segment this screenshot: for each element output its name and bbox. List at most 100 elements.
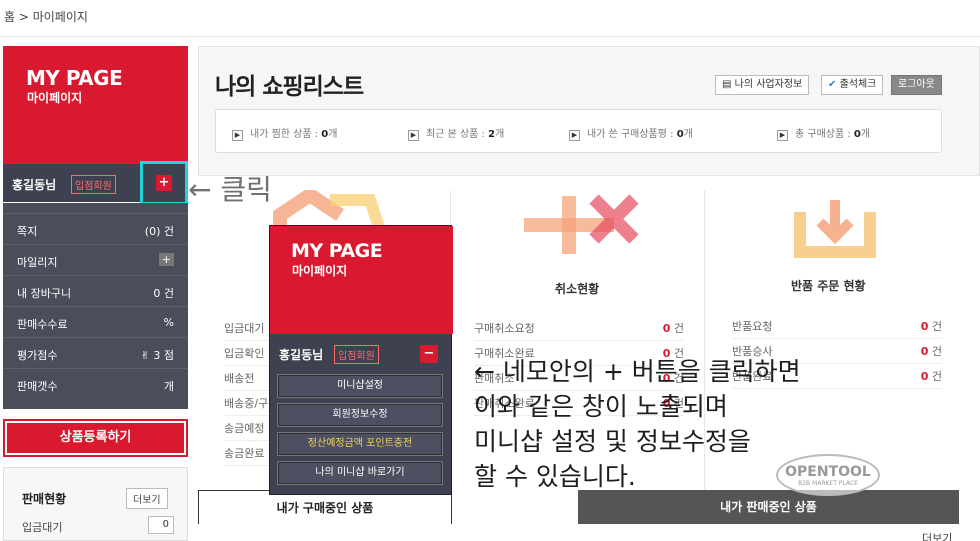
- sidebar-item-label: 판매갯수: [17, 380, 58, 393]
- edit-member-info-button[interactable]: 회원정보수정: [277, 403, 443, 427]
- sidebar-item-value: ✌ 3 점: [141, 347, 174, 363]
- return-title: 반품 주문 현황: [791, 279, 866, 293]
- popup-title: MY PAGE: [291, 240, 383, 262]
- business-info-label: 나의 사업자정보: [734, 79, 803, 90]
- more-link[interactable]: 더보기: [922, 530, 952, 541]
- stat-reviews[interactable]: ▶ 내가 쓴 구매상품평 : 0개: [569, 125, 693, 141]
- stat-unit: 개: [860, 129, 871, 140]
- stat-recent[interactable]: ▶ 최근 본 상품 : 2개: [408, 125, 504, 141]
- sidebar-menu: 쪽지 (0) 건 마일리지 + 내 장바구니 0 건 판매수수료 % 평가점수 …: [3, 203, 188, 409]
- sales-waiting-value: 0: [148, 516, 174, 534]
- sidebar-item-value: 0 건: [153, 287, 174, 300]
- username: 홍길동님: [12, 178, 57, 192]
- sidebar-item-value: 개: [163, 380, 174, 393]
- mypage-subtitle: 마이페이지: [27, 91, 83, 105]
- popup-username: 홍길동님: [279, 348, 324, 362]
- order-row-label: 송금예정: [224, 422, 265, 435]
- shopping-list-box: 나의 쇼핑리스트 ▤ 나의 사업자정보 ✔ 출석체크 로그아웃 ▶ 내가 찜한 상…: [198, 46, 980, 176]
- chevron-right-icon: ▶: [232, 130, 243, 141]
- watermark-brand: OPENTOOL: [785, 464, 871, 480]
- annotation-line: 미니샵 설정 및 정보수정을: [474, 427, 751, 456]
- cancel-row-label: 구매취소요청: [474, 322, 535, 335]
- opentool-watermark: OPENTOOL B2B MARKET PLACE: [776, 454, 880, 496]
- check-icon: ✔: [828, 79, 840, 90]
- stat-value: 0: [853, 129, 861, 140]
- order-row-label: 송금완료: [224, 447, 265, 460]
- stat-label: 내가 찜한 상품 :: [250, 129, 322, 140]
- annotation-line: 이와 같은 창이 노출되며: [474, 392, 728, 421]
- attendance-button[interactable]: ✔ 출석체크: [821, 75, 884, 95]
- return-row-count: 0 건: [921, 368, 942, 384]
- popup-header: MY PAGE 마이페이지: [270, 226, 453, 334]
- return-row-unit: 건: [931, 370, 942, 383]
- cancel-icon: [524, 194, 639, 254]
- sidebar-item-mileage[interactable]: 마일리지 +: [3, 244, 188, 275]
- sidebar-item-rating[interactable]: 평가점수 ✌ 3 점: [3, 337, 188, 368]
- mypage-header: MY PAGE 마이페이지: [3, 46, 188, 164]
- sidebar-item-fee[interactable]: 판매수수료 %: [3, 306, 188, 337]
- stat-label: 내가 쓴 구매상품평 :: [587, 129, 677, 140]
- stat-unit: 개: [495, 129, 505, 140]
- logout-button[interactable]: 로그아웃: [891, 75, 942, 95]
- mypage-popup: MY PAGE 마이페이지 홍길동님 입점회원 − 미니샵설정 회원정보수정 정…: [269, 225, 453, 495]
- plus-icon[interactable]: +: [158, 253, 174, 266]
- popup-member-badge: 입점회원: [334, 345, 379, 364]
- return-row-count: 0 건: [921, 318, 942, 334]
- stat-label: 총 구매상품 :: [795, 129, 854, 140]
- annotation-line: 할 수 있습니다.: [474, 462, 636, 491]
- cancel-row-unit: 건: [673, 322, 684, 335]
- order-row-label: 배송전: [224, 372, 255, 385]
- sidebar-item-label: 평가점수: [17, 349, 58, 362]
- breadcrumb[interactable]: 홈 > 마이페이지: [4, 8, 88, 25]
- tab-selling[interactable]: 내가 판매중인 상품: [578, 490, 959, 524]
- sidebar-item-label: 쪽지: [17, 225, 38, 238]
- stat-purchases[interactable]: ▶ 총 구매상품 : 0개: [777, 125, 870, 141]
- sidebar-item-label: 내 장바구니: [17, 287, 72, 300]
- chevron-right-icon: ▶: [408, 130, 419, 141]
- business-info-button[interactable]: ▤ 나의 사업자정보: [715, 75, 810, 95]
- return-icon: [794, 200, 876, 258]
- point-charge-button[interactable]: 정산예정금액 포인트충전: [277, 432, 443, 456]
- chevron-right-icon: ▶: [569, 130, 580, 141]
- order-row-label: 배송중/구: [224, 397, 269, 410]
- tab-buying[interactable]: 내가 구매중인 상품: [198, 490, 452, 524]
- order-row-label: 입금대기: [224, 322, 265, 335]
- register-product-button[interactable]: 상품등록하기: [3, 419, 188, 457]
- rating-value: 3 점: [153, 349, 174, 362]
- return-row[interactable]: 반품요청 0 건: [732, 314, 942, 339]
- return-row-count: 0 건: [921, 343, 942, 359]
- return-row-unit: 건: [931, 345, 942, 358]
- sidebar-item-value: %: [163, 316, 174, 329]
- return-row-value: 0: [920, 345, 929, 358]
- cancel-row[interactable]: 구매취소요청 0 건: [474, 316, 684, 341]
- sidebar-item-sales-count[interactable]: 판매갯수 개: [3, 368, 188, 399]
- sales-title: 판매현황: [22, 492, 67, 506]
- sidebar-item-cart[interactable]: 내 장바구니 0 건: [3, 275, 188, 306]
- minishop-settings-button[interactable]: 미니샵설정: [277, 374, 443, 398]
- return-row-value: 0: [920, 320, 929, 333]
- order-row-label: 입금확인: [224, 347, 265, 360]
- popup-subtitle: 마이페이지: [292, 264, 348, 278]
- collapse-minus-button[interactable]: −: [420, 345, 438, 363]
- stat-unit: 개: [683, 129, 693, 140]
- go-minishop-button[interactable]: 나의 미니샵 바로가기: [277, 461, 443, 485]
- stats-box: ▶ 내가 찜한 상품 : 0개 ▶ 최근 본 상품 : 2개 ▶ 내가 쓴 구매상품평…: [215, 109, 942, 153]
- thumb-icon: ✌: [140, 349, 154, 362]
- sidebar-item-messages[interactable]: 쪽지 (0) 건: [3, 213, 188, 244]
- watermark-tagline: B2B MARKET PLACE: [798, 480, 858, 487]
- mypage-title: MY PAGE: [26, 66, 123, 90]
- return-row-label: 반품요청: [732, 320, 773, 333]
- cancel-row-value: 0: [662, 322, 671, 335]
- chevron-right-icon: ▶: [777, 130, 788, 141]
- attendance-label: 출석체크: [839, 79, 877, 90]
- stat-unit: 개: [328, 129, 338, 140]
- sales-more-button[interactable]: 더보기: [126, 488, 168, 509]
- sales-waiting-label: 입금대기: [22, 521, 63, 534]
- highlight-box: [140, 161, 188, 205]
- doc-icon: ▤: [722, 79, 735, 90]
- stat-wishlist[interactable]: ▶ 내가 찜한 상품 : 0개: [232, 125, 337, 141]
- annotation-line: ← 네모안의 + 버튼을 클릭하면: [474, 357, 801, 386]
- sidebar-item-label: 마일리지: [17, 256, 58, 269]
- stat-label: 최근 본 상품 :: [426, 129, 489, 140]
- instruction-annotation: ← 네모안의 + 버튼을 클릭하면 이와 같은 창이 노출되며 미니샵 설정 및…: [474, 354, 801, 494]
